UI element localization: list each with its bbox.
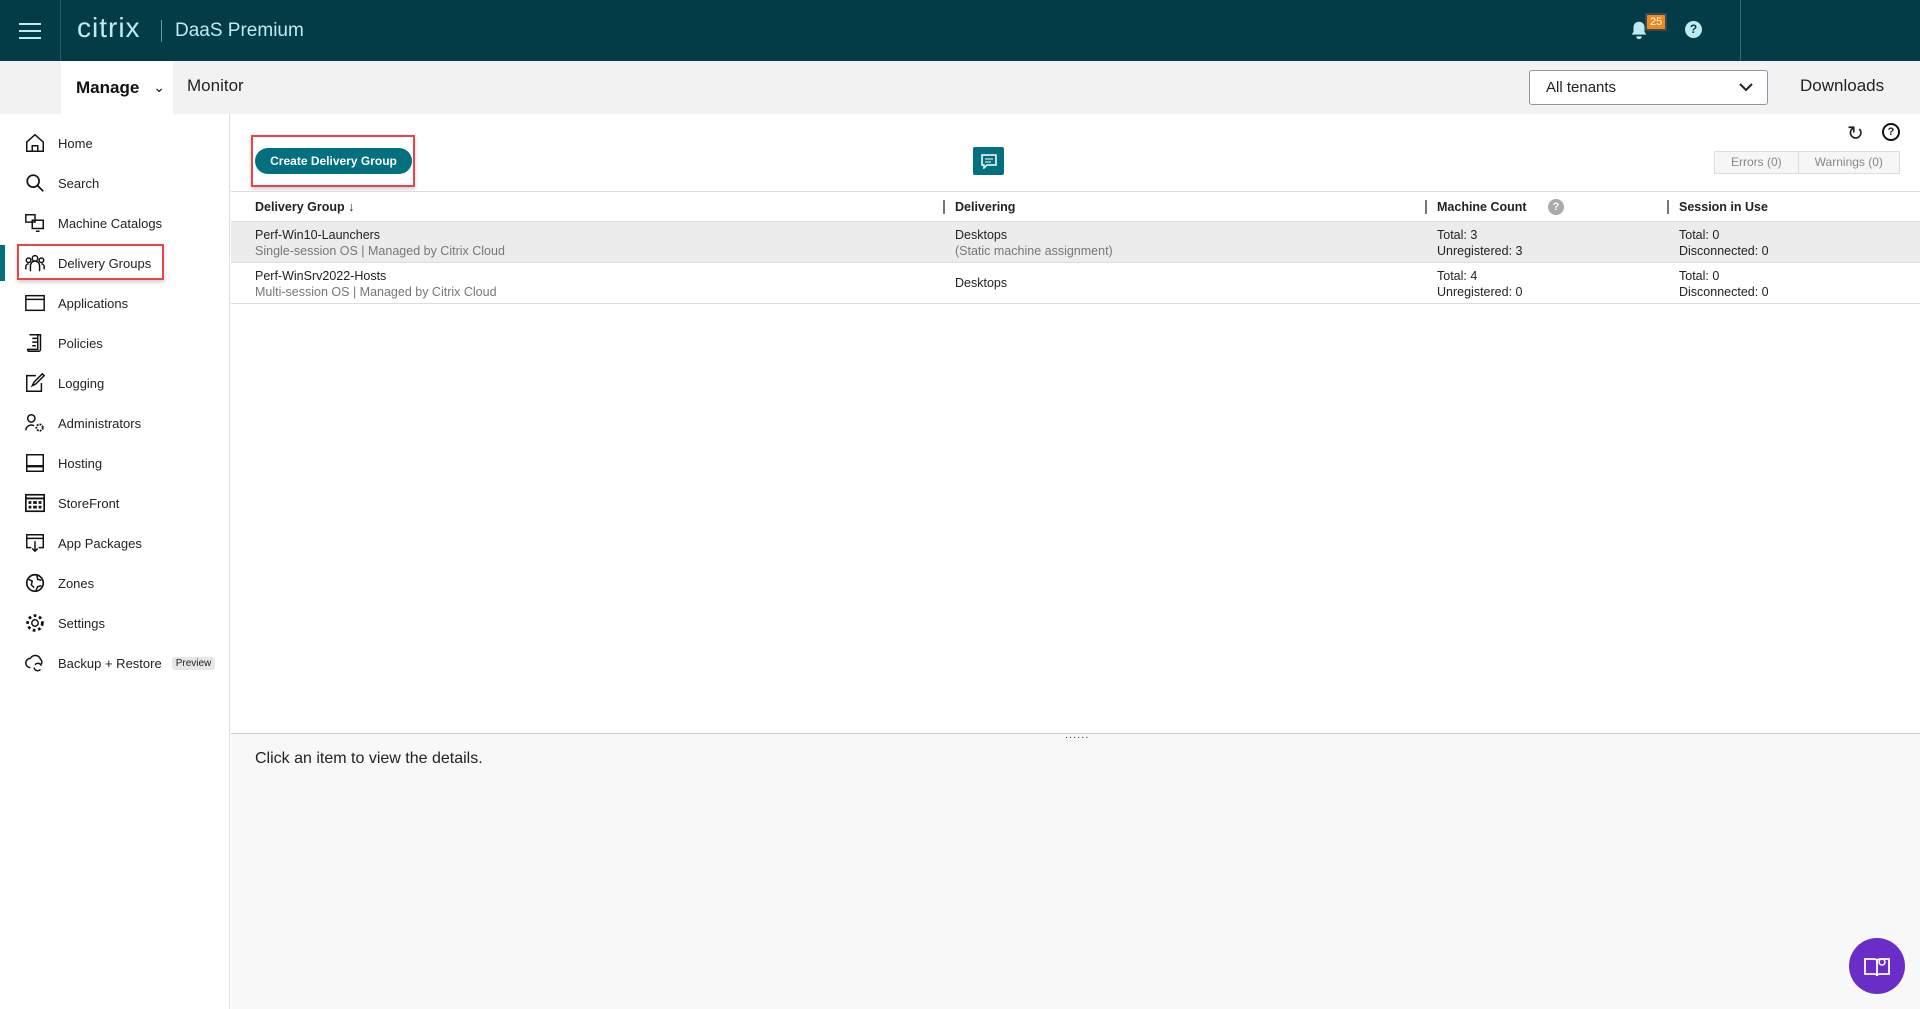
sidebar-item-label: Backup + Restore bbox=[58, 655, 162, 671]
logo-divider bbox=[161, 20, 162, 42]
sidebar-item-settings[interactable]: Settings bbox=[24, 608, 105, 638]
sidebar-item-label: Logging bbox=[58, 375, 105, 391]
sidebar-item-administrators[interactable]: Administrators bbox=[24, 408, 141, 438]
downloads-link[interactable]: Downloads bbox=[1800, 76, 1884, 96]
group-description: Single-session OS | Managed by Citrix Cl… bbox=[255, 244, 505, 258]
divider bbox=[1740, 0, 1741, 61]
tenant-select-value: All tenants bbox=[1546, 79, 1617, 96]
table-row[interactable]: Perf-Win10-Launchers Single-session OS | … bbox=[231, 222, 1920, 263]
monitor-tab[interactable]: Monitor bbox=[187, 76, 244, 96]
sidebar-item-search[interactable]: Search bbox=[24, 168, 99, 198]
help-icon[interactable]: ? bbox=[1685, 21, 1702, 38]
settings-icon bbox=[26, 614, 44, 632]
sidebar-item-app-packages[interactable]: App Packages bbox=[24, 528, 142, 558]
sidebar-item-policies[interactable]: Policies bbox=[24, 328, 103, 358]
details-pane bbox=[231, 733, 1920, 1009]
delivering: Desktops bbox=[955, 228, 1008, 242]
group-name: Perf-WinSrv2022-Hosts bbox=[255, 269, 387, 283]
sidebar-item-label: Policies bbox=[58, 335, 103, 351]
policies-icon bbox=[26, 334, 42, 352]
sidebar-item-backup-restore[interactable]: Backup + Restore Preview bbox=[24, 648, 216, 678]
column-resizer[interactable] bbox=[943, 200, 945, 214]
column-resizer[interactable] bbox=[1667, 200, 1669, 214]
sidebar-item-storefront[interactable]: StoreFront bbox=[24, 488, 119, 518]
zones-icon bbox=[25, 573, 45, 593]
create-delivery-group-button[interactable]: Create Delivery Group bbox=[255, 148, 412, 174]
warnings-button[interactable]: Warnings (0) bbox=[1797, 152, 1899, 173]
sidebar-item-hosting[interactable]: Hosting bbox=[24, 448, 102, 478]
machine-unregistered: Unregistered: 0 bbox=[1437, 285, 1523, 299]
chevron-down-icon bbox=[1739, 83, 1753, 92]
help-icon[interactable]: ? bbox=[1882, 123, 1900, 141]
refresh-icon[interactable]: ↻ bbox=[1847, 121, 1864, 146]
sidebar-item-zones[interactable]: Zones bbox=[24, 568, 94, 598]
session-total: Total: 0 bbox=[1679, 228, 1720, 242]
machine-unregistered: Unregistered: 3 bbox=[1437, 244, 1523, 258]
preview-badge: Preview bbox=[171, 656, 216, 670]
details-placeholder: Click an item to view the details. bbox=[255, 750, 483, 767]
session-disconnected: Disconnected: 0 bbox=[1679, 244, 1769, 258]
applications-icon bbox=[25, 294, 45, 312]
sidebar-item-applications[interactable]: Applications bbox=[24, 288, 128, 318]
sidebar-item-label: Machine Catalogs bbox=[58, 215, 163, 231]
column-delivering[interactable]: Delivering bbox=[955, 199, 1015, 215]
sidebar-item-label: Applications bbox=[58, 295, 129, 311]
hamburger-menu-icon[interactable] bbox=[0, 0, 61, 61]
group-name: Perf-Win10-Launchers bbox=[255, 228, 381, 242]
sidebar-item-machine-catalogs[interactable]: Machine Catalogs bbox=[24, 208, 162, 238]
backup-restore-icon bbox=[25, 654, 43, 672]
sidebar-item-label: Administrators bbox=[58, 415, 142, 431]
sidebar-item-label: Search bbox=[58, 175, 100, 191]
manage-label: Manage bbox=[76, 77, 140, 97]
administrators-icon bbox=[25, 414, 44, 432]
machine-catalogs-icon bbox=[25, 214, 44, 232]
column-resizer[interactable] bbox=[1425, 200, 1427, 214]
tenant-select[interactable]: All tenants bbox=[1529, 70, 1768, 105]
table-header: Delivery Group ↓ Delivering Machine Coun… bbox=[231, 191, 1920, 222]
session-disconnected: Disconnected: 0 bbox=[1679, 285, 1769, 299]
help-icon[interactable]: ? bbox=[1548, 199, 1564, 215]
chat-icon bbox=[980, 153, 997, 169]
table-row[interactable]: Perf-WinSrv2022-Hosts Multi-session OS | … bbox=[231, 263, 1920, 304]
chevron-down-icon: ⌄ bbox=[153, 79, 166, 95]
sidebar-item-label: Hosting bbox=[58, 455, 103, 471]
active-indicator bbox=[0, 245, 5, 281]
logging-icon bbox=[26, 372, 46, 392]
product-name: DaaS Premium bbox=[175, 20, 304, 41]
notification-badge: 25 bbox=[1645, 13, 1668, 31]
sidebar-item-logging[interactable]: Logging bbox=[24, 368, 104, 398]
home-icon bbox=[26, 133, 44, 152]
delivering: Desktops bbox=[955, 276, 1008, 290]
sidebar-item-label: Settings bbox=[58, 615, 105, 631]
error-warning-filter: Errors (0) Warnings (0) bbox=[1714, 151, 1900, 174]
column-machine-count[interactable]: Machine Count bbox=[1437, 199, 1527, 215]
machine-total: Total: 4 bbox=[1437, 269, 1478, 283]
resize-grip[interactable]: ...... bbox=[1065, 729, 1089, 741]
sidebar-item-label: StoreFront bbox=[58, 495, 120, 511]
guide-assistant-button[interactable] bbox=[1849, 938, 1905, 994]
column-delivery-group[interactable]: Delivery Group ↓ bbox=[255, 199, 354, 215]
app-packages-icon bbox=[26, 534, 44, 553]
machine-total: Total: 3 bbox=[1437, 228, 1478, 242]
errors-button[interactable]: Errors (0) bbox=[1715, 152, 1798, 173]
highlight-box bbox=[17, 244, 164, 280]
citrix-logo: citrix bbox=[77, 12, 141, 43]
session-total: Total: 0 bbox=[1679, 269, 1720, 283]
sidebar-item-label: Zones bbox=[58, 575, 95, 591]
hosting-icon bbox=[26, 454, 44, 472]
book-lightbulb-icon bbox=[1864, 958, 1890, 977]
manage-tab[interactable]: Manage ⌄ bbox=[61, 61, 173, 114]
search-icon bbox=[26, 174, 44, 192]
delivering-detail: (Static machine assignment) bbox=[955, 244, 1113, 258]
sidebar-item-label: Home bbox=[58, 135, 93, 151]
group-description: Multi-session OS | Managed by Citrix Clo… bbox=[255, 285, 497, 299]
column-session-in-use[interactable]: Session in Use bbox=[1679, 199, 1768, 215]
sidebar-item-home[interactable]: Home bbox=[24, 128, 93, 158]
storefront-icon bbox=[25, 493, 45, 513]
feedback-chat-button[interactable] bbox=[973, 147, 1004, 175]
sidebar-item-label: App Packages bbox=[58, 535, 142, 551]
